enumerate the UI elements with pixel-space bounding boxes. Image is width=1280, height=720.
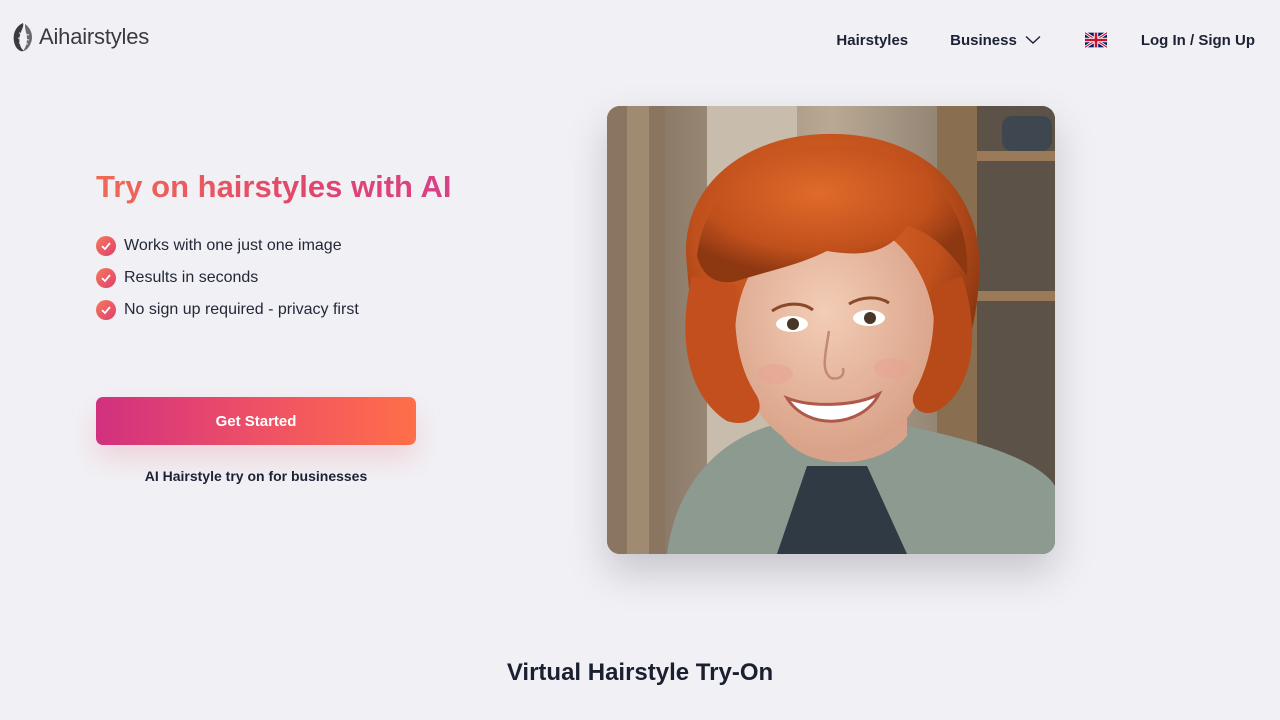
logo[interactable]: Aihairstyles [10, 20, 149, 54]
nav-business-dropdown[interactable]: Business [950, 32, 1041, 49]
check-circle-icon [96, 236, 116, 256]
feature-item: No sign up required - privacy first [96, 294, 476, 326]
hero-copy: Try on hairstyles with AI Works with one… [96, 165, 476, 326]
hero-title: Try on hairstyles with AI [96, 165, 456, 208]
uk-flag-icon[interactable] [1084, 32, 1107, 48]
nav-hairstyles-link[interactable]: Hairstyles [836, 32, 908, 49]
virtual-try-on-heading: Virtual Hairstyle Try-On [506, 659, 774, 686]
login-signup-link[interactable]: Log In / Sign Up [1141, 32, 1255, 49]
check-circle-icon [96, 300, 116, 320]
feature-item: Results in seconds [96, 262, 476, 294]
chevron-down-icon [1025, 35, 1041, 44]
hair-feather-logo-icon [13, 23, 33, 52]
nav-business-label: Business [950, 31, 1017, 49]
logo-text: Aihairstyles [39, 24, 150, 49]
check-circle-icon [96, 268, 116, 288]
feature-item: Works with one just one image [96, 230, 476, 262]
hero-photo [607, 106, 1055, 554]
site-header: Aihairstyles Hairstyles Business Log In … [0, 0, 1280, 78]
woman-red-bob-photo [607, 106, 1055, 554]
feature-list: Works with one just one image Results in… [96, 230, 476, 326]
main-nav: Hairstyles Business Log In / Sign Up [836, 28, 1255, 52]
business-try-on-link[interactable]: AI Hairstyle try on for businesses [96, 468, 416, 484]
feature-text: Works with one just one image [124, 237, 342, 254]
get-started-button[interactable]: Get Started [96, 397, 416, 445]
feature-text: Results in seconds [124, 269, 259, 286]
feature-text: No sign up required - privacy first [124, 301, 359, 318]
